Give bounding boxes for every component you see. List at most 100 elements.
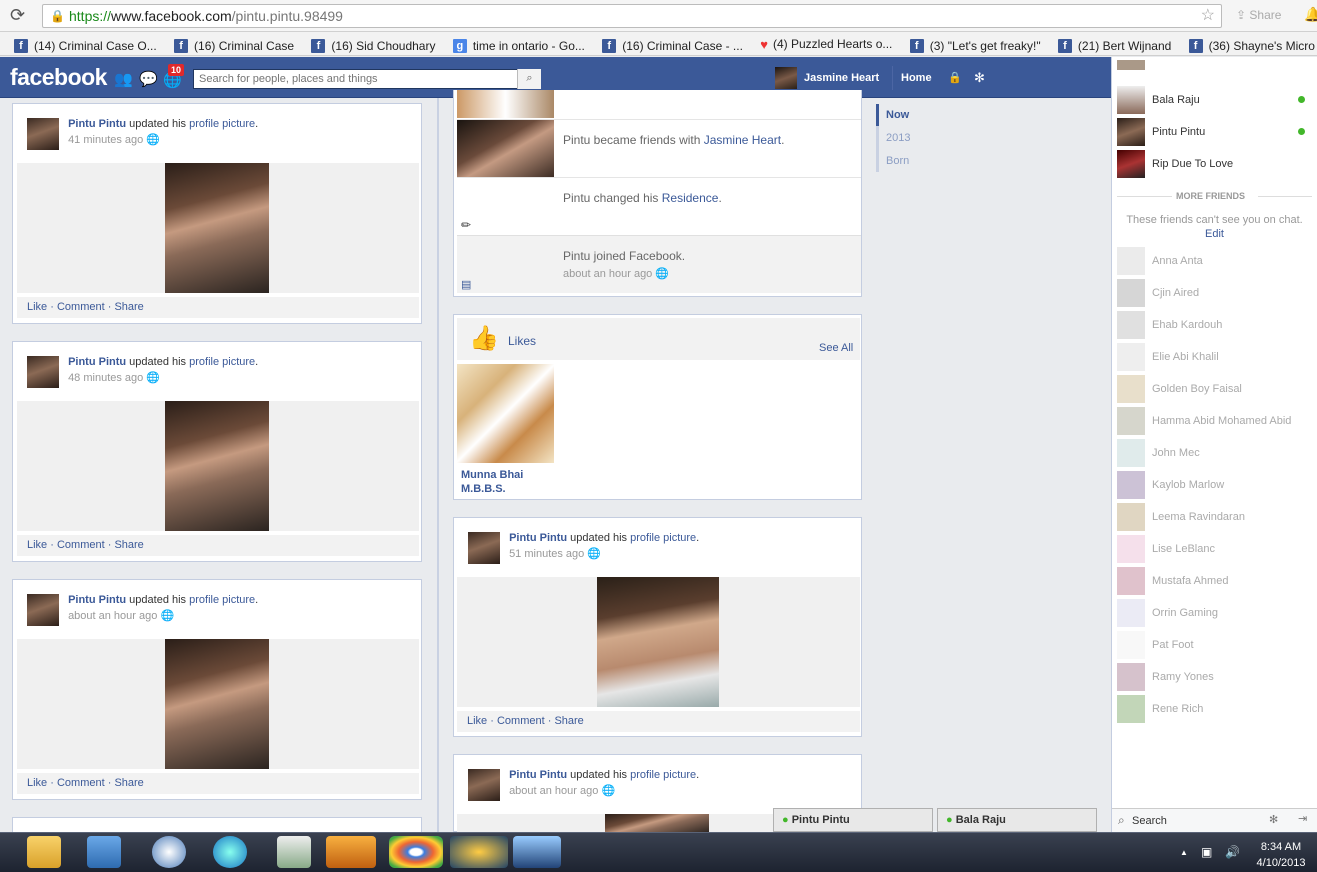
liked-page-title[interactable]: Munna Bhai M.B.B.S. — [461, 468, 523, 496]
friend-requests-icon[interactable]: 👥 — [114, 70, 133, 88]
avatar[interactable] — [27, 356, 59, 388]
chat-options-gear-icon[interactable]: ✻ — [1269, 813, 1278, 826]
globe-app-icon[interactable] — [213, 836, 247, 868]
chrome-icon[interactable] — [389, 836, 443, 868]
like-link[interactable]: Like — [27, 301, 47, 313]
timestamp[interactable]: about an hour ago — [509, 785, 598, 797]
timestamp[interactable]: about an hour ago — [68, 610, 157, 622]
offline-friend[interactable]: Kaylob Marlow — [1117, 471, 1224, 499]
network-icon[interactable]: ▣ — [1201, 845, 1212, 859]
offline-friend[interactable]: Leema Ravindaran — [1117, 503, 1245, 531]
avatar[interactable] — [27, 594, 59, 626]
reload-icon[interactable]: ⟳ — [10, 5, 25, 26]
chat-tab-bala[interactable]: ● Bala Raju — [937, 808, 1097, 832]
chat-friend[interactable]: Rip Due To Love — [1117, 150, 1233, 178]
photo-viewer-icon[interactable] — [513, 836, 561, 868]
clock[interactable]: 8:34 AM 4/10/2013 — [1250, 839, 1312, 871]
timestamp[interactable]: 41 minutes ago — [68, 134, 143, 146]
offline-friend[interactable]: Orrin Gaming — [1117, 599, 1218, 627]
like-link[interactable]: Like — [467, 715, 487, 727]
offline-friend[interactable]: Elie Abi Khalil — [1117, 343, 1219, 371]
author-name[interactable]: Pintu Pintu — [68, 118, 126, 130]
search-button[interactable]: ⌕ — [517, 69, 541, 89]
like-link[interactable]: Like — [27, 539, 47, 551]
offline-friend[interactable]: Mustafa Ahmed — [1117, 567, 1228, 595]
bookmark-item[interactable]: f (16) Criminal Case - ... — [602, 34, 743, 56]
scrubber-born[interactable]: Born — [886, 155, 909, 167]
friend-photo[interactable] — [457, 120, 554, 178]
residence-link[interactable]: Residence — [662, 191, 719, 205]
avatar[interactable] — [27, 118, 59, 150]
address-bar[interactable]: 🔒 https://www.facebook.com/pintu.pintu.9… — [42, 4, 1222, 28]
author-name[interactable]: Pintu Pintu — [68, 356, 126, 368]
offline-friend[interactable]: Anna Anta — [1117, 247, 1203, 275]
see-all-link[interactable]: See All — [819, 342, 853, 354]
file-explorer-icon[interactable] — [27, 836, 61, 868]
messages-icon[interactable]: 💬 — [139, 70, 158, 88]
likes-title[interactable]: Likes — [508, 334, 536, 348]
bookmark-item[interactable]: f (21) Bert Wijnand — [1057, 34, 1171, 56]
bookmark-item[interactable]: f (3) "Let's get freaky!" — [909, 34, 1041, 56]
timestamp[interactable]: 51 minutes ago — [509, 548, 584, 560]
profile-photo[interactable] — [165, 163, 269, 293]
firefox-icon[interactable] — [326, 836, 376, 868]
offline-friend[interactable]: Golden Boy Faisal — [1117, 375, 1242, 403]
network-app-icon[interactable] — [450, 836, 508, 868]
bookmark-item[interactable]: f (16) Sid Choudhary — [311, 34, 435, 56]
hp-icon[interactable] — [152, 836, 186, 868]
comment-link[interactable]: Comment — [497, 715, 545, 727]
friend-link[interactable]: Jasmine Heart — [704, 133, 781, 147]
scrubber-2013[interactable]: 2013 — [886, 132, 910, 144]
gear-icon[interactable]: ✻ — [974, 70, 985, 86]
facebook-logo[interactable]: facebook — [10, 64, 107, 91]
search-input[interactable] — [193, 69, 541, 89]
bookmark-item[interactable]: f (14) Criminal Case O... — [14, 34, 157, 56]
chat-friend[interactable]: Bala Raju — [1117, 86, 1200, 114]
popout-icon[interactable]: ⇥ — [1298, 812, 1307, 825]
like-link[interactable]: Like — [27, 777, 47, 789]
offline-friend[interactable]: Cjin Aired — [1117, 279, 1199, 307]
home-link[interactable]: Home — [901, 72, 932, 84]
offline-friend[interactable]: Lise LeBlanc — [1117, 535, 1215, 563]
munna-bhai-poster[interactable] — [457, 364, 554, 463]
offline-friend[interactable]: Rene Rich — [1117, 695, 1203, 723]
offline-friend[interactable]: Hamma Abid Mohamed Abid — [1117, 407, 1291, 435]
avatar[interactable] — [468, 769, 500, 801]
author-name[interactable]: Pintu Pintu — [68, 594, 126, 606]
bookmark-item[interactable]: ♥ (4) Puzzled Hearts o... — [760, 32, 892, 55]
media-player-icon[interactable] — [87, 836, 121, 868]
offline-friend[interactable]: Pat Foot — [1117, 631, 1194, 659]
profile-picture-link[interactable]: profile picture — [189, 356, 255, 368]
offline-friend[interactable]: Ramy Yones — [1117, 663, 1214, 691]
app-icon[interactable] — [277, 836, 311, 868]
avatar[interactable] — [468, 532, 500, 564]
user-name-link[interactable]: Jasmine Heart — [804, 72, 879, 84]
chat-search-input[interactable]: Search — [1132, 815, 1167, 827]
privacy-shortcuts-icon[interactable]: 🔒 — [948, 71, 962, 84]
bell-icon[interactable]: 🔔 — [1304, 6, 1317, 23]
bookmark-item[interactable]: f (36) Shayne's Micro ... — [1188, 34, 1317, 56]
author-name[interactable]: Pintu Pintu — [509, 769, 567, 781]
volume-icon[interactable]: 🔊 — [1225, 845, 1240, 859]
offline-friend[interactable]: Ehab Kardouh — [1117, 311, 1222, 339]
avatar[interactable] — [775, 67, 797, 89]
share-link[interactable]: Share — [114, 777, 143, 789]
chat-tab-pintu[interactable]: ● Pintu Pintu — [773, 808, 933, 832]
star-icon[interactable]: ☆ — [1201, 5, 1215, 27]
profile-photo[interactable] — [597, 577, 719, 707]
profile-picture-link[interactable]: profile picture — [189, 118, 255, 130]
edit-link[interactable]: Edit — [1205, 228, 1224, 240]
scrubber-now[interactable]: Now — [886, 109, 909, 121]
share-link[interactable]: Share — [114, 539, 143, 551]
share-link[interactable]: Share — [554, 715, 583, 727]
share-button[interactable]: ⇪ Share — [1236, 8, 1281, 22]
chat-friend[interactable]: Pintu Pintu — [1117, 118, 1205, 146]
profile-photo[interactable] — [165, 639, 269, 769]
profile-picture-link[interactable]: profile picture — [630, 769, 696, 781]
bookmark-item[interactable]: g time in ontario - Go... — [452, 34, 585, 56]
profile-picture-link[interactable]: profile picture — [189, 594, 255, 606]
comment-link[interactable]: Comment — [57, 777, 105, 789]
timestamp[interactable]: 48 minutes ago — [68, 372, 143, 384]
profile-photo[interactable] — [605, 814, 709, 833]
tray-arrow-icon[interactable]: ▲ — [1180, 848, 1188, 857]
